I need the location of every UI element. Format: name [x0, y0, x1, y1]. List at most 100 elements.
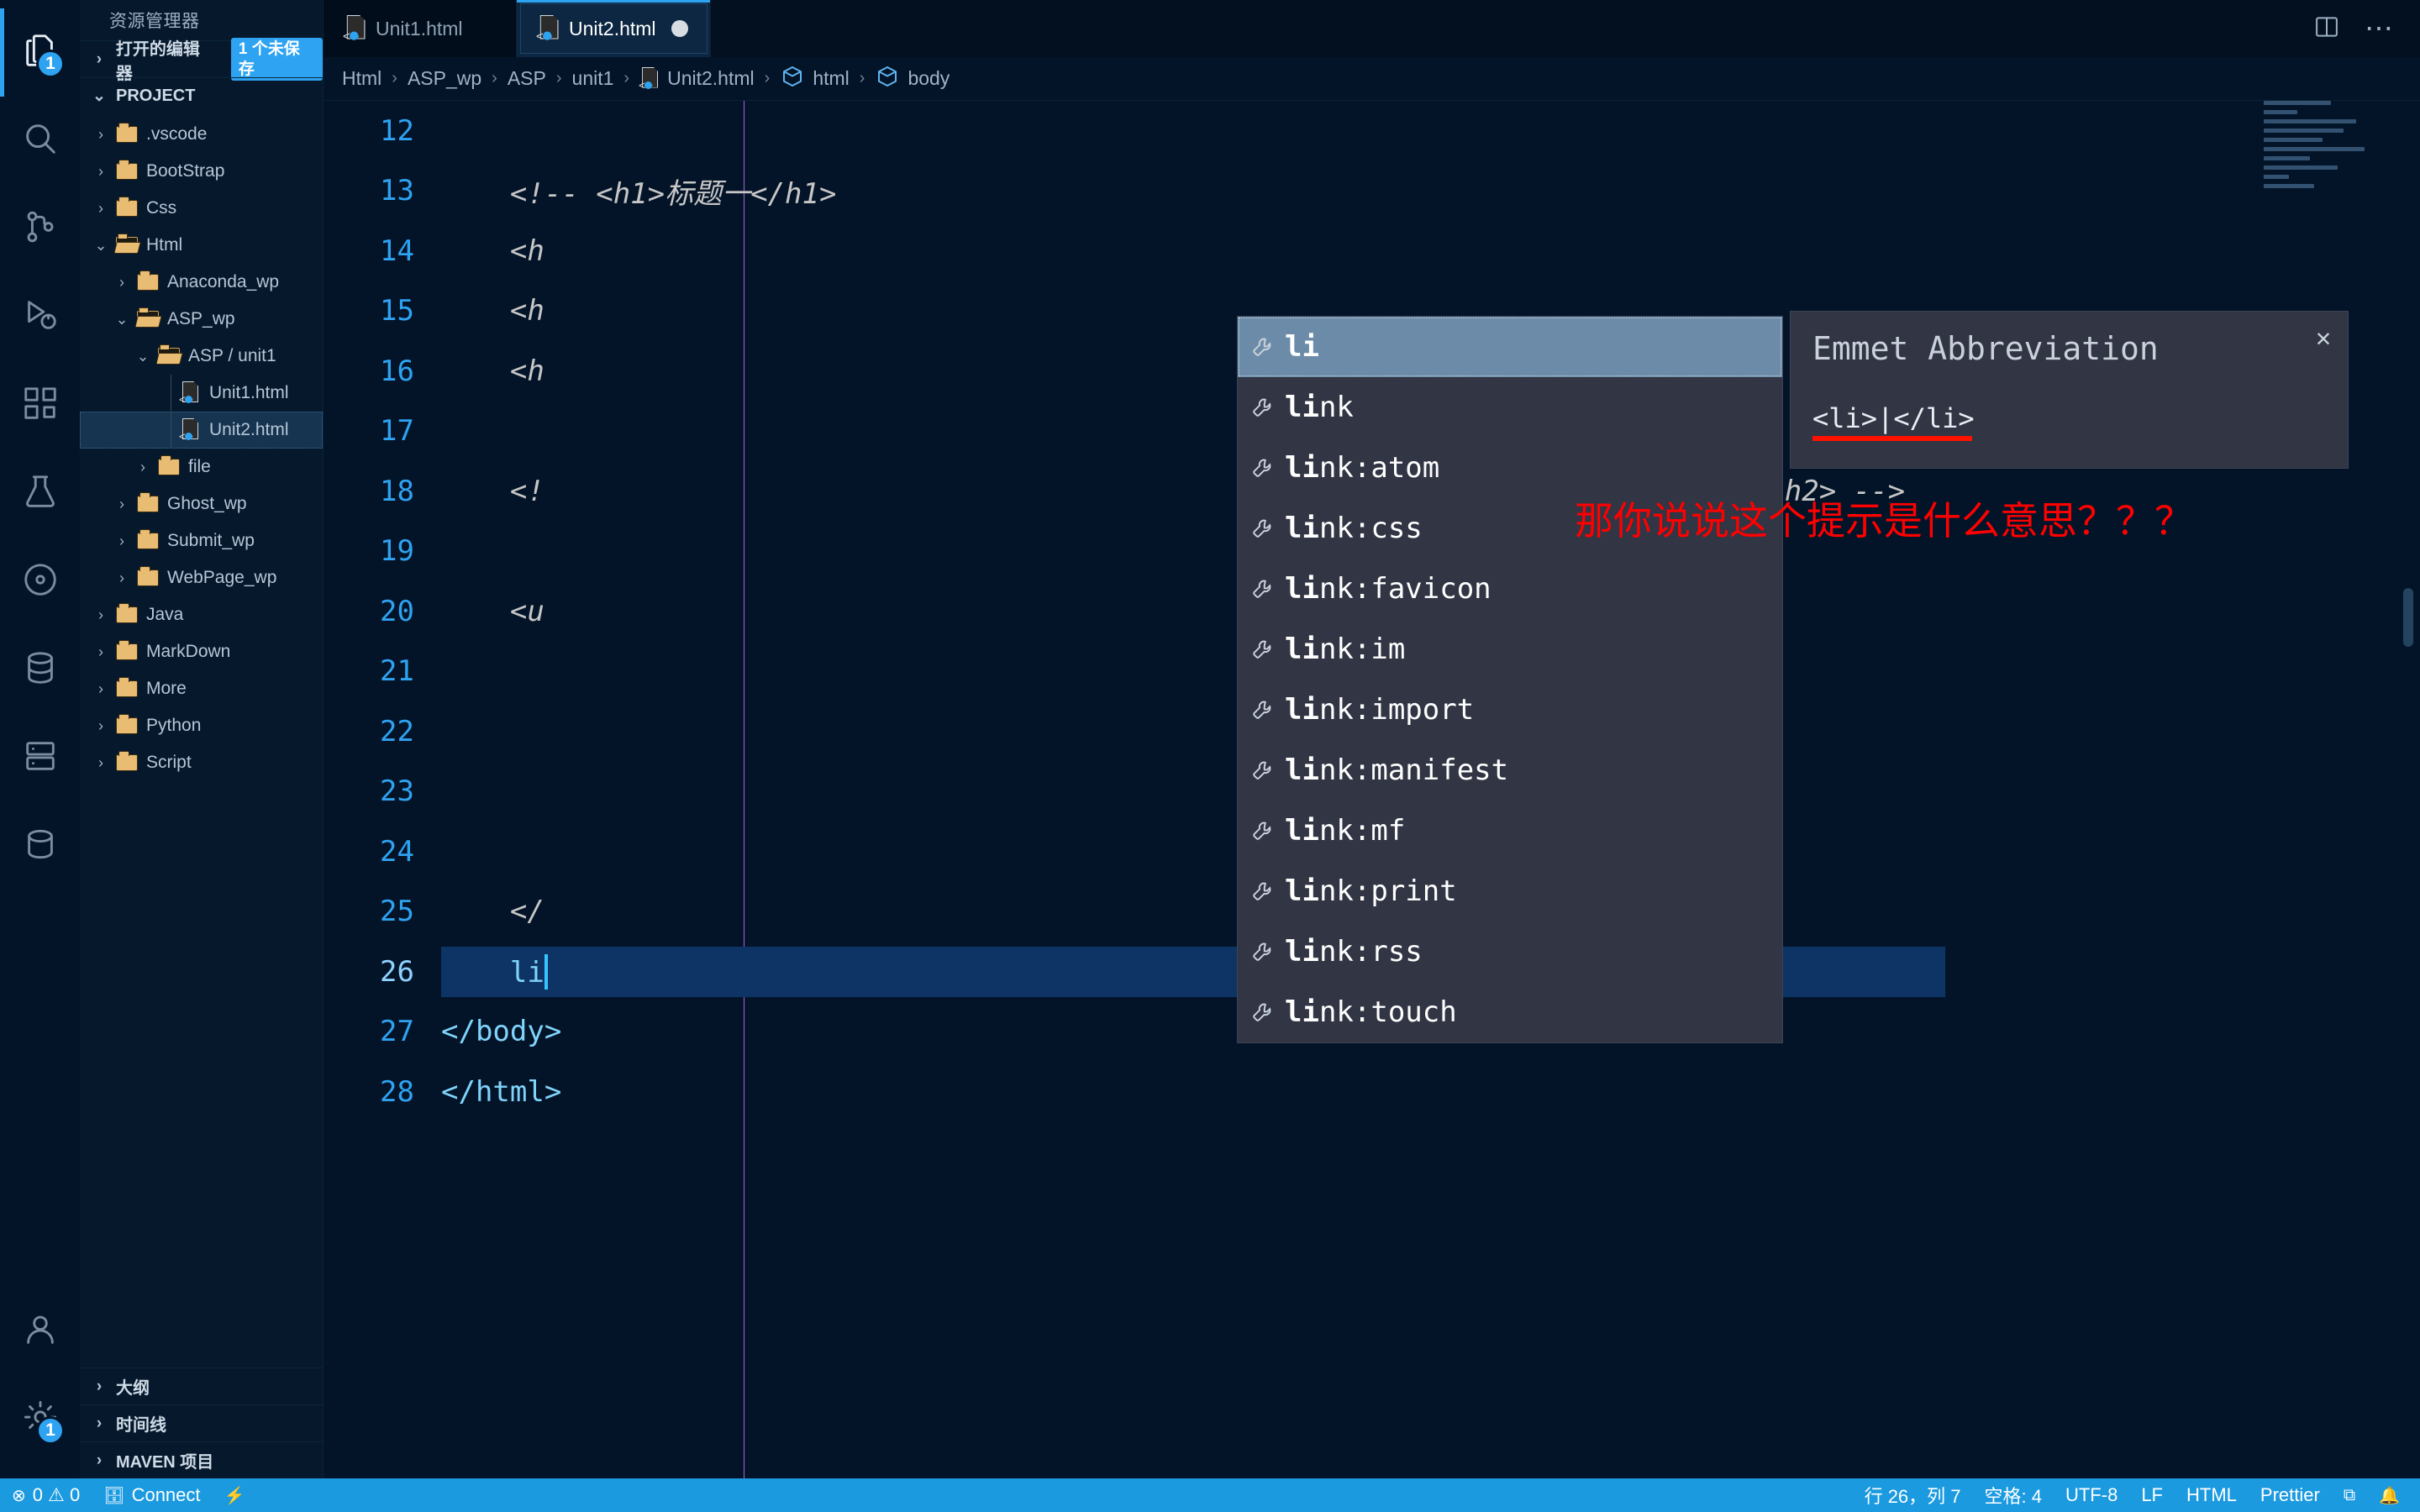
- code-line-28[interactable]: 28 </html>: [324, 1062, 2420, 1122]
- breadcrumb-item-unit2-html[interactable]: < > Unit2.html: [639, 66, 755, 91]
- chevron-right-icon[interactable]: ›: [88, 126, 113, 144]
- tree-item-file[interactable]: › file: [80, 449, 323, 486]
- breadcrumb-item-unit1[interactable]: unit1: [572, 67, 614, 90]
- open-editors-pane-header[interactable]: › 打开的编辑器 1 个未保存: [80, 37, 323, 83]
- project-pane-header[interactable]: ⌄ PROJECT: [80, 77, 323, 114]
- tree-item-asp-wp[interactable]: ⌄ ASP_wp: [80, 301, 323, 338]
- status-formatter[interactable]: Prettier: [2249, 1478, 2332, 1512]
- activity-bar-item-music[interactable]: [0, 538, 80, 626]
- chevron-down-icon[interactable]: ⌄: [130, 348, 155, 365]
- status-eol[interactable]: LF: [2129, 1478, 2175, 1512]
- code-line-14[interactable]: 14 <h: [324, 221, 2420, 281]
- tree-item-unit1-html[interactable]: < > Unit1.html: [80, 375, 323, 412]
- tree-item-bootstrap[interactable]: › BootStrap: [80, 153, 323, 190]
- suggestion-item-link-import[interactable]: link:import: [1238, 680, 1782, 740]
- tree-item-asp-unit1[interactable]: ⌄ ASP / unit1: [80, 338, 323, 375]
- suggestion-item-li[interactable]: li: [1238, 317, 1782, 377]
- tree-item-markdown[interactable]: › MarkDown: [80, 633, 323, 670]
- tree-item-java[interactable]: › Java: [80, 596, 323, 633]
- activity-bar-item-source-control[interactable]: [0, 185, 80, 273]
- suggestion-item-link-favicon[interactable]: link:favicon: [1238, 559, 1782, 619]
- suggestion-item-link-print[interactable]: link:print: [1238, 861, 1782, 921]
- tree-item-css[interactable]: › Css: [80, 190, 323, 227]
- code-line-13[interactable]: 13 <!-- <h1>标题一</h1>: [324, 161, 2420, 222]
- editor-vertical-scrollbar[interactable]: [2390, 101, 2420, 1478]
- chevron-right-icon[interactable]: ›: [109, 496, 134, 513]
- tree-item-unit2-html[interactable]: < > Unit2.html: [80, 412, 323, 449]
- tree-item-ghost-wp[interactable]: › Ghost_wp: [80, 486, 323, 522]
- chevron-right-icon[interactable]: ›: [88, 163, 113, 181]
- activity-bar-item-accounts[interactable]: [0, 1287, 80, 1375]
- suggestion-item-link-rss[interactable]: link:rss: [1238, 921, 1782, 982]
- activity-bar-item-server[interactable]: [0, 714, 80, 802]
- chevron-right-icon[interactable]: ›: [109, 274, 134, 291]
- status-remote-connect[interactable]: 🗄 Connect: [92, 1478, 212, 1512]
- status-share[interactable]: ⧉: [2332, 1478, 2367, 1512]
- status-encoding[interactable]: UTF-8: [2054, 1478, 2129, 1512]
- folder-closed-icon: [137, 566, 159, 586]
- html-file-icon: < >: [179, 418, 200, 442]
- status-indentation[interactable]: 空格: 4: [1973, 1478, 2054, 1512]
- chevron-right-icon[interactable]: ›: [130, 459, 155, 476]
- suggestion-item-link[interactable]: link: [1238, 377, 1782, 438]
- suggestion-item-link-im[interactable]: link:im: [1238, 619, 1782, 680]
- doc-red-underline: [1812, 436, 1972, 441]
- breadcrumb-item-html[interactable]: html: [780, 64, 850, 94]
- tree-item-anaconda-wp[interactable]: › Anaconda_wp: [80, 264, 323, 301]
- chevron-right-icon[interactable]: ›: [88, 680, 113, 698]
- tree-item-webpage-wp[interactable]: › WebPage_wp: [80, 559, 323, 596]
- close-icon[interactable]: ✕: [2316, 323, 2331, 353]
- breadcrumb-item-asp-wp[interactable]: ASP_wp: [408, 67, 481, 90]
- tree-item-label: Submit_wp: [167, 531, 255, 550]
- chevron-right-icon[interactable]: ›: [88, 643, 113, 661]
- sidebar-pane-大纲[interactable]: › 大纲: [80, 1368, 323, 1404]
- sidebar-pane-MAVEN-项目[interactable]: › MAVEN 项目: [80, 1441, 323, 1478]
- tree-item-more[interactable]: › More: [80, 670, 323, 707]
- chevron-down-icon[interactable]: ⌄: [109, 311, 134, 328]
- status-problems[interactable]: ⊗ 0 ⚠ 0: [0, 1478, 92, 1512]
- status-notifications[interactable]: 🔔: [2367, 1478, 2412, 1512]
- breadcrumb-item-html[interactable]: Html: [342, 67, 381, 90]
- chevron-right-icon[interactable]: ›: [88, 717, 113, 735]
- tab-unit2-html[interactable]: < > Unit2.html: [517, 0, 711, 57]
- activity-bar-item-storage[interactable]: [0, 802, 80, 890]
- ellipsis-icon[interactable]: ⋯: [2365, 13, 2395, 43]
- chevron-down-icon[interactable]: ⌄: [88, 237, 113, 255]
- scrollbar-thumb[interactable]: [2403, 588, 2413, 647]
- tree-item-html[interactable]: ⌄ Html: [80, 227, 323, 264]
- suggestion-item-link-mf[interactable]: link:mf: [1238, 801, 1782, 861]
- activity-bar-item-extensions[interactable]: [0, 361, 80, 449]
- chevron-right-icon[interactable]: ›: [109, 533, 134, 550]
- activity-bar-item-manage[interactable]: 1: [0, 1375, 80, 1463]
- status-cursor-position[interactable]: 行 26，列 7: [1853, 1478, 1973, 1512]
- activity-bar-item-testing[interactable]: [0, 449, 80, 538]
- account-icon: [21, 1310, 60, 1352]
- wrench-icon: [1251, 336, 1273, 358]
- tree-item-script[interactable]: › Script: [80, 744, 323, 781]
- tree-item-submit-wp[interactable]: › Submit_wp: [80, 522, 323, 559]
- chevron-right-icon[interactable]: ›: [88, 606, 113, 624]
- suggestion-list[interactable]: li link link:atom link:css link:favicon link:…: [1237, 316, 1783, 1043]
- breadcrumb-item-asp[interactable]: ASP: [508, 67, 546, 90]
- tree-item--vscode[interactable]: › .vscode: [80, 116, 323, 153]
- status-live-share[interactable]: ⚡: [213, 1478, 257, 1512]
- activity-bar-item-search[interactable]: [0, 97, 80, 185]
- split-editor-icon[interactable]: [2312, 14, 2341, 44]
- status-language-mode[interactable]: HTML: [2175, 1478, 2249, 1512]
- code-editor[interactable]: 12 13 <!-- <h1>标题一</h1> 14 <h 15 <h 16 <h 17 1…: [324, 101, 2420, 1478]
- chevron-right-icon[interactable]: ›: [88, 754, 113, 772]
- suggestion-item-link-manifest[interactable]: link:manifest: [1238, 740, 1782, 801]
- chevron-right-icon[interactable]: ›: [88, 200, 113, 218]
- tab-unit1-html[interactable]: < > Unit1.html: [324, 0, 517, 57]
- chevron-right-icon[interactable]: ›: [109, 570, 134, 587]
- tree-item-python[interactable]: › Python: [80, 707, 323, 744]
- suggestion-item-link-touch[interactable]: link:touch: [1238, 982, 1782, 1042]
- code-line-12[interactable]: 12: [324, 101, 2420, 161]
- suggestion-item-link-atom[interactable]: link:atom: [1238, 438, 1782, 498]
- activity-bar-item-run-and-debug[interactable]: [0, 273, 80, 361]
- sidebar-pane-时间线[interactable]: › 时间线: [80, 1404, 323, 1441]
- activity-bar-item-database[interactable]: [0, 626, 80, 714]
- breadcrumb-item-body[interactable]: body: [875, 64, 950, 94]
- activity-bar-item-explorer[interactable]: 1: [0, 8, 80, 97]
- dirty-indicator[interactable]: [671, 20, 688, 37]
